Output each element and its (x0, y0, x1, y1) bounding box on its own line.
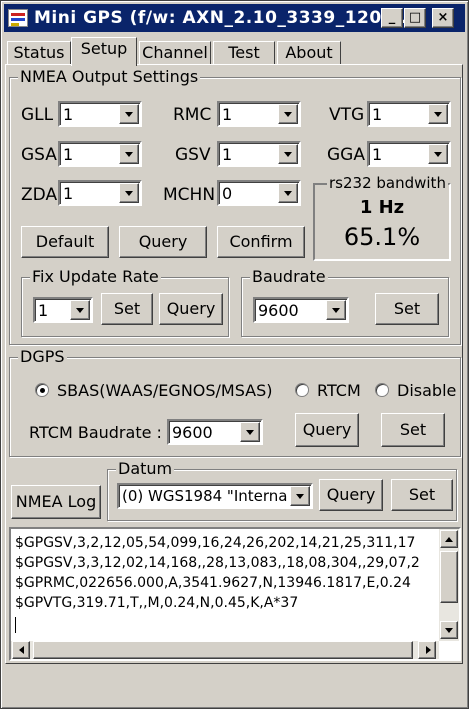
rtcm-baudrate-label: RTCM Baudrate : (29, 423, 162, 442)
zda-select[interactable]: 1 (58, 180, 142, 206)
dgps-set-button[interactable]: Set (381, 413, 445, 447)
chevron-down-icon[interactable] (119, 144, 139, 164)
datum-query-button[interactable]: Query (319, 479, 383, 511)
chevron-down-icon[interactable] (278, 144, 298, 164)
dgps-legend: DGPS (18, 347, 67, 366)
datum-legend: Datum (116, 459, 175, 478)
fix-update-legend: Fix Update Rate (30, 267, 161, 286)
rmc-select[interactable]: 1 (217, 101, 301, 127)
tab-about[interactable]: About (277, 41, 341, 65)
datum-select[interactable]: (0) WGS1984 "Interna (117, 483, 313, 509)
log-line: $GPRMC,022656.000,A,3541.9627,N,13946.18… (15, 575, 411, 591)
vertical-scrollbar[interactable] (439, 529, 459, 641)
rtcm-radio[interactable] (295, 383, 309, 397)
chevron-down-icon[interactable] (119, 104, 139, 124)
default-button[interactable]: Default (21, 226, 109, 258)
chevron-down-icon[interactable] (428, 104, 448, 124)
rtcm-baudrate-select[interactable]: 9600 (167, 419, 263, 445)
scroll-right-icon[interactable] (418, 641, 436, 659)
baudrate-select[interactable]: 9600 (253, 297, 349, 323)
disable-radio[interactable] (375, 383, 389, 397)
rs232-bandwidth-box: rs232 bandwith 1 Hz 65.1% (313, 174, 451, 261)
close-button[interactable]: × (432, 8, 454, 28)
vtg-select[interactable]: 1 (367, 101, 451, 127)
title-bar[interactable]: Mini GPS (f/w: AXN_2.10_3339_1205... _ □… (4, 4, 465, 32)
bandwidth-percent: 65.1% (343, 223, 421, 251)
minimize-icon: _ (388, 10, 396, 25)
gll-select[interactable]: 1 (58, 101, 142, 127)
fix-update-select[interactable]: 1 (33, 297, 93, 323)
nmea-log-textarea[interactable]: $GPGSV,3,2,12,05,54,099,16,24,26,202,14,… (9, 527, 461, 661)
scroll-down-icon[interactable] (440, 621, 458, 639)
close-icon: × (437, 10, 449, 25)
confirm-button[interactable]: Confirm (217, 226, 305, 258)
baudrate-set-button[interactable]: Set (375, 293, 439, 325)
horizontal-scrollbar[interactable] (11, 641, 439, 659)
gsv-label: GSV (175, 145, 211, 165)
scroll-thumb[interactable] (440, 551, 458, 603)
chevron-down-icon[interactable] (290, 486, 310, 506)
tab-status[interactable]: Status (7, 41, 71, 65)
chevron-down-icon[interactable] (240, 422, 260, 442)
chevron-down-icon[interactable] (70, 300, 90, 320)
rmc-label: RMC (173, 105, 212, 125)
tab-channel[interactable]: Channel (139, 41, 211, 65)
gsa-select[interactable]: 1 (58, 141, 142, 167)
gga-label: GGA (327, 145, 365, 165)
mchn-select[interactable]: 0 (217, 180, 301, 206)
baudrate-legend: Baudrate (250, 267, 328, 286)
gga-select[interactable]: 1 (367, 141, 451, 167)
nmea-query-button[interactable]: Query (119, 226, 207, 258)
maximize-button[interactable]: □ (404, 8, 426, 28)
disable-label: Disable (397, 381, 457, 400)
sbas-label: SBAS(WAAS/EGNOS/MSAS) (57, 381, 273, 400)
chevron-down-icon[interactable] (428, 144, 448, 164)
log-line: $GPGSV,3,2,12,05,54,099,16,24,26,202,14,… (15, 535, 416, 551)
tab-test[interactable]: Test (213, 41, 275, 65)
sbas-radio[interactable] (35, 383, 49, 397)
scroll-left-icon[interactable] (12, 641, 30, 659)
tab-setup[interactable]: Setup (71, 37, 137, 66)
bandwidth-rate: 1 Hz (359, 197, 405, 218)
chevron-down-icon[interactable] (326, 300, 346, 320)
minimize-button[interactable]: _ (381, 8, 403, 28)
rtcm-label: RTCM (317, 381, 361, 400)
chevron-down-icon[interactable] (278, 183, 298, 203)
zda-label: ZDA (21, 185, 58, 205)
window-title: Mini GPS (f/w: AXN_2.10_3339_1205... (34, 8, 415, 28)
log-line: $GPGSV,3,3,12,02,14,168,,28,13,083,,18,0… (15, 555, 420, 571)
scroll-thumb-horizontal[interactable] (33, 641, 413, 659)
gll-label: GLL (21, 105, 54, 125)
bandwidth-legend: rs232 bandwith (327, 174, 448, 192)
nmea-log-button[interactable]: NMEA Log (11, 485, 101, 519)
scroll-up-icon[interactable] (440, 530, 458, 548)
chevron-down-icon[interactable] (278, 104, 298, 124)
nmea-output-legend: NMEA Output Settings (18, 67, 201, 86)
fix-update-set-button[interactable]: Set (101, 293, 153, 325)
mini-gps-window: Mini GPS (f/w: AXN_2.10_3339_1205... _ □… (0, 0, 469, 709)
fix-update-query-button[interactable]: Query (159, 293, 223, 325)
vtg-label: VTG (329, 105, 365, 125)
chevron-down-icon[interactable] (119, 183, 139, 203)
datum-set-button[interactable]: Set (391, 479, 453, 511)
maximize-icon: □ (408, 10, 422, 25)
dgps-query-button[interactable]: Query (295, 413, 359, 447)
mchn-label: MCHN (163, 185, 216, 205)
gsa-label: GSA (21, 145, 57, 165)
app-icon (8, 9, 28, 27)
gsv-select[interactable]: 1 (217, 141, 301, 167)
log-line: $GPVTG,319.71,T,,M,0.24,N,0.45,K,A*37 (15, 595, 299, 611)
text-cursor (15, 617, 16, 633)
